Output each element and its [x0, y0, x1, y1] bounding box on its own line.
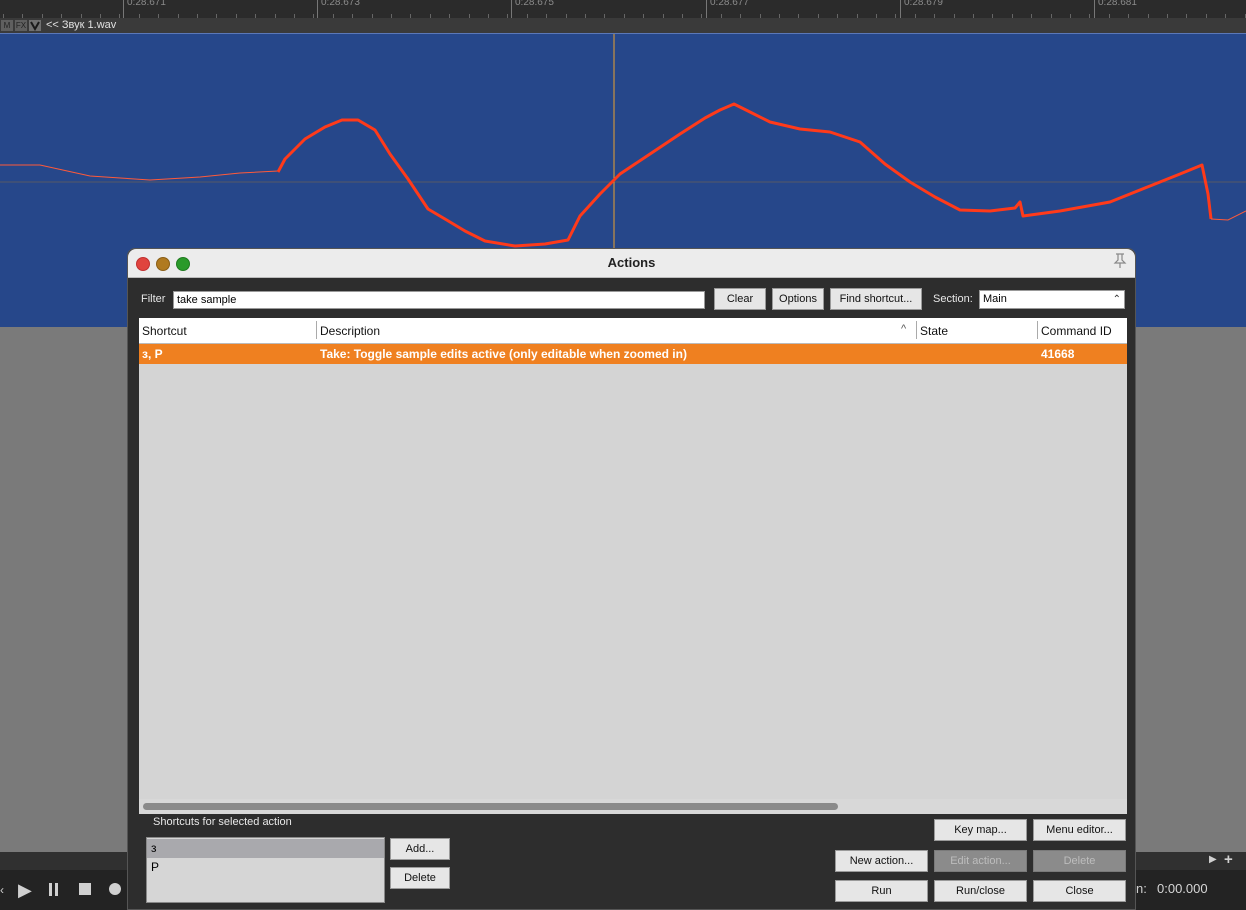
actions-list[interactable]: Shortcut Description ^ State Command ID …	[139, 318, 1127, 814]
stop-icon[interactable]	[79, 883, 91, 895]
ruler-tick: 0:28.681	[1094, 0, 1137, 18]
key-map-button[interactable]: Key map...	[934, 819, 1027, 841]
waveform-thin-left	[0, 164, 279, 181]
item-name: << Звук 1.wav	[46, 19, 117, 31]
list-item[interactable]: з	[147, 839, 384, 858]
item-header[interactable]: M FX << Звук 1.wav	[0, 18, 1246, 33]
shortcuts-list[interactable]: з P	[146, 837, 385, 903]
ruler-tick: 0:28.675	[511, 0, 554, 18]
section-select[interactable]: Main ⌃	[979, 290, 1125, 309]
scrollbar-thumb[interactable]	[143, 803, 838, 810]
row-shortcut: з, P	[142, 347, 163, 361]
column-state[interactable]: State	[920, 324, 948, 338]
mute-button[interactable]: M	[1, 20, 13, 31]
delete-shortcut-button[interactable]: Delete	[390, 867, 450, 889]
section-value: Main	[983, 293, 1007, 305]
add-icon[interactable]: +	[1224, 851, 1233, 868]
table-row[interactable]: з, P Take: Toggle sample edits active (o…	[139, 344, 1127, 364]
clear-button[interactable]: Clear	[714, 288, 766, 310]
list-header: Shortcut Description ^ State Command ID	[139, 318, 1127, 344]
fx-button[interactable]: FX	[15, 20, 27, 31]
horizontal-scrollbar[interactable]	[139, 799, 1127, 814]
column-shortcut[interactable]: Shortcut	[142, 324, 187, 338]
find-shortcut-button[interactable]: Find shortcut...	[830, 288, 922, 310]
row-command-id: 41668	[1041, 347, 1075, 361]
edit-action-button[interactable]: Edit action...	[934, 850, 1027, 872]
column-divider[interactable]	[916, 321, 917, 339]
section-label: Section:	[933, 293, 973, 305]
play-icon[interactable]: ▶	[18, 880, 32, 901]
column-divider[interactable]	[1037, 321, 1038, 339]
time-label-partial: n:	[1136, 881, 1147, 896]
chevron-updown-icon: ⌃	[1112, 294, 1121, 305]
run-button[interactable]: Run	[835, 880, 928, 902]
column-divider[interactable]	[316, 321, 317, 339]
envelope-icon[interactable]	[29, 20, 41, 32]
ruler-tick: 0:28.677	[706, 0, 749, 18]
ruler-tick: 0:28.679	[900, 0, 943, 18]
record-icon[interactable]	[109, 883, 121, 895]
menu-editor-button[interactable]: Menu editor...	[1033, 819, 1126, 841]
dialog-title: Actions	[607, 255, 656, 270]
column-command-id[interactable]: Command ID	[1041, 324, 1112, 338]
pause-icon[interactable]	[48, 883, 60, 896]
actions-dialog: Actions Filter take sample Clear Options…	[127, 248, 1136, 910]
waveform-thin-right	[1210, 210, 1246, 221]
ruler-tick: 0:28.673	[317, 0, 360, 18]
dialog-titlebar[interactable]: Actions	[128, 249, 1135, 278]
sort-ascending-icon: ^	[901, 323, 907, 335]
filter-label: Filter	[141, 293, 166, 305]
run-close-button[interactable]: Run/close	[934, 880, 1027, 902]
new-action-button[interactable]: New action...	[835, 850, 928, 872]
time-display: 0:00.000	[1157, 881, 1208, 896]
filter-input[interactable]: take sample	[173, 291, 705, 309]
waveform-main	[276, 102, 1213, 248]
row-description: Take: Toggle sample edits active (only e…	[320, 347, 687, 361]
list-item[interactable]: P	[147, 858, 384, 877]
shortcuts-label: Shortcuts for selected action	[153, 816, 292, 828]
play-small-icon[interactable]: ▶	[1209, 854, 1217, 865]
options-button[interactable]: Options	[772, 288, 824, 310]
add-shortcut-button[interactable]: Add...	[390, 838, 450, 860]
close-button[interactable]: Close	[1033, 880, 1126, 902]
pin-icon[interactable]	[1113, 253, 1127, 272]
prev-icon[interactable]: ‹	[0, 883, 4, 897]
delete-action-button[interactable]: Delete	[1033, 850, 1126, 872]
ruler-tick: 0:28.671	[123, 0, 166, 18]
column-description[interactable]: Description	[320, 324, 380, 338]
timeline-ruler[interactable]: 0:28.671 0:28.673 0:28.675 0:28.677 0:28…	[0, 0, 1246, 18]
